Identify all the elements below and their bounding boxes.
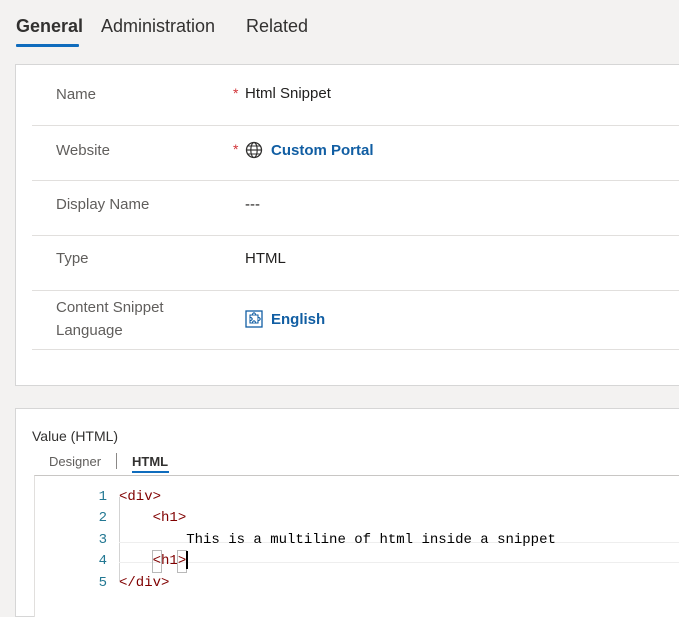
value-section: Value (HTML) Designer HTML 1 <div> 2 <h1… [15,408,679,617]
content-snippet-language-row: Content Snippet Language English [32,290,679,350]
tab-html[interactable]: HTML [132,454,168,469]
code-line: 4 <h1> [35,550,679,573]
tab-bar: General Administration Related [0,0,679,52]
website-link[interactable]: Custom Portal [271,142,374,159]
globe-icon [245,141,263,159]
type-label: Type [56,250,89,267]
code-line: 2 <h1> [35,508,679,529]
required-indicator: * [233,85,239,101]
code-line: 5 </div> [35,573,679,594]
tab-general[interactable]: General [16,16,83,37]
html-code-editor[interactable]: 1 <div> 2 <h1> 3 This is a multiline of … [34,475,679,617]
type-row: Type HTML [32,235,679,291]
display-name-value[interactable]: --- [245,196,260,213]
tab-related[interactable]: Related [246,16,308,37]
line-number: 1 [98,489,107,505]
language-puzzle-icon [245,310,263,328]
language-link[interactable]: English [271,311,325,328]
general-section: Name * Html Snippet Website * Custom Por… [15,64,679,386]
label-line-2: Language [56,322,123,339]
line-number: 3 [98,532,107,548]
text-cursor [186,551,189,570]
line-number: 5 [98,575,107,591]
name-value[interactable]: Html Snippet [245,85,331,102]
display-name-label: Display Name [56,196,150,213]
name-label: Name [56,86,97,103]
required-indicator: * [233,141,239,157]
line-number: 4 [98,553,107,569]
value-field-label: Value (HTML) [32,428,119,444]
label-line-1: Content Snippet [56,299,164,316]
content-snippet-language-value: English [245,310,325,328]
tab-administration[interactable]: Administration [101,16,215,37]
code-line: 1 <div> [35,487,679,508]
code-line: 3 This is a multiline of html inside a s… [35,530,679,551]
display-name-row: Display Name --- [32,180,679,236]
website-value: Custom Portal [245,141,374,159]
subtab-divider [116,453,117,469]
content-snippet-language-label: Content Snippet Language [56,296,164,342]
website-row: Website * Custom Portal [32,125,679,181]
active-tab-indicator [16,44,79,47]
name-row: Name * Html Snippet [32,65,679,126]
code-text: <div> [119,489,162,505]
tab-designer[interactable]: Designer [49,454,101,469]
line-number: 2 [98,510,107,526]
website-label: Website [56,142,110,159]
code-text: <h1> [119,550,189,573]
active-subtab-indicator [132,471,169,473]
code-text: <h1> [152,510,187,526]
code-text: This is a multiline of html inside a sni… [186,532,556,548]
type-value[interactable]: HTML [245,250,286,267]
code-text: </div> [119,575,170,591]
